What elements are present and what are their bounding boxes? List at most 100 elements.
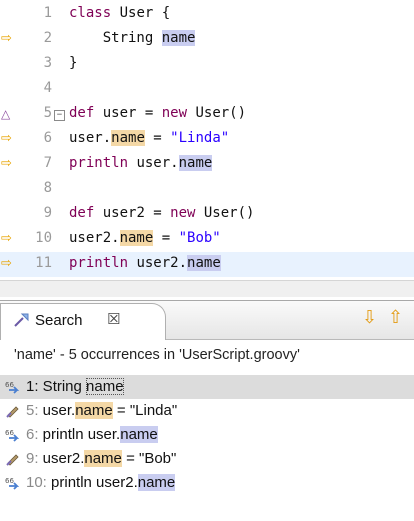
search-result-text: 1: String name [26, 378, 124, 395]
code-text[interactable]: user2.name = "Bob" [69, 230, 221, 246]
search-result-item[interactable]: 66 10: println user2.name [0, 471, 414, 495]
search-results-list: 66 1: String name 5: user.name = "Linda" 66… [0, 375, 414, 495]
code-token: user2. [128, 255, 188, 271]
code-line[interactable]: 3} [0, 52, 414, 77]
code-text[interactable]: } [69, 55, 77, 71]
svg-text:66: 66 [5, 381, 14, 389]
read-access-icon: 66 [5, 474, 23, 492]
result-code: println user. [38, 426, 121, 443]
code-line[interactable]: ⇨ 6 user.name = "Linda" [0, 127, 414, 152]
search-result-item[interactable]: 66 6: println user.name [0, 423, 414, 447]
code-token: println [69, 255, 129, 271]
code-line[interactable]: 1 class User { [0, 2, 414, 27]
code-token: } [69, 55, 78, 71]
occurrence-highlight: name [119, 230, 154, 246]
occurrence-highlight: name [178, 155, 213, 171]
line-number: 4 [43, 80, 52, 96]
arrow-marker-icon[interactable]: ⇨ [1, 231, 15, 247]
search-icon [13, 311, 31, 331]
code-text[interactable]: println user.name [69, 155, 213, 171]
search-view: Search ☒ ⇩ ⇧ 'name' - 5 occurrences in '… [0, 300, 414, 521]
write-access-icon [5, 450, 23, 468]
code-text[interactable]: def user = new User() [69, 105, 246, 121]
read-access-icon: 66 [5, 426, 23, 444]
line-number: 3 [43, 55, 52, 71]
code-text[interactable]: class User { [69, 5, 170, 21]
result-code: println user2. [46, 474, 138, 491]
match-highlight: name [86, 378, 124, 395]
line-number: 9 [43, 205, 52, 221]
match-highlight: name [75, 402, 113, 419]
code-token: "Bob" [178, 230, 221, 246]
warning-marker-icon[interactable]: △ [1, 106, 15, 122]
search-result-text: 9: user2.name = "Bob" [26, 450, 176, 467]
line-number: 10 [35, 230, 52, 246]
svg-text:66: 66 [5, 429, 14, 437]
arrow-marker-icon[interactable]: ⇨ [1, 31, 15, 47]
code-token: User() [187, 105, 247, 121]
arrow-marker-icon[interactable]: ⇨ [1, 131, 15, 147]
code-text[interactable]: println user2.name [69, 255, 221, 271]
search-result-item[interactable]: 5: user.name = "Linda" [0, 399, 414, 423]
write-access-icon [5, 402, 23, 420]
code-token: class [69, 5, 112, 21]
code-text[interactable]: user.name = "Linda" [69, 130, 229, 146]
close-icon[interactable]: ☒ [107, 310, 120, 328]
code-line[interactable]: ⇨ 10 user2.name = "Bob" [0, 227, 414, 252]
match-highlight: name [137, 474, 176, 491]
match-highlight: name [120, 426, 158, 443]
result-line-number: 9: [26, 450, 39, 467]
occurrence-highlight: name [187, 255, 221, 271]
result-line-number: 1: [26, 378, 39, 395]
code-text[interactable]: def user2 = new User() [69, 205, 254, 221]
result-code: = "Linda" [112, 402, 178, 419]
code-token: "Linda" [170, 130, 230, 146]
code-token: = [153, 230, 179, 246]
horizontal-scrollbar[interactable] [0, 280, 414, 297]
code-token: String [69, 30, 162, 46]
view-tab-strip: Search ☒ ⇩ ⇧ [0, 301, 414, 340]
result-line-number: 6: [26, 426, 39, 443]
search-result-item[interactable]: 66 1: String name [0, 375, 414, 399]
result-code: user. [38, 402, 76, 419]
code-token: User() [195, 205, 255, 221]
read-access-icon: 66 [5, 378, 23, 396]
code-token: user2 = [94, 205, 171, 221]
search-result-text: 10: println user2.name [26, 474, 176, 491]
search-result-item[interactable]: 9: user2.name = "Bob" [0, 447, 414, 471]
code-token: User { [111, 5, 171, 21]
result-code: user2. [38, 450, 85, 467]
line-number: 7 [43, 155, 52, 171]
occurrence-highlight: name [161, 30, 196, 46]
result-line-number: 10: [26, 474, 47, 491]
arrow-marker-icon[interactable]: ⇨ [1, 256, 15, 272]
code-line[interactable]: ⇨ 2 String name [0, 27, 414, 52]
code-text[interactable]: String name [69, 30, 196, 46]
code-token: new [170, 205, 196, 221]
code-token: user. [128, 155, 179, 171]
tab-label: Search [35, 312, 83, 329]
code-token: new [161, 105, 188, 121]
search-result-text: 6: println user.name [26, 426, 158, 443]
code-line[interactable]: △ 5− def user = new User() [0, 102, 414, 127]
arrow-marker-icon[interactable]: ⇨ [1, 156, 15, 172]
result-code: String [38, 378, 87, 395]
code-token: = [144, 130, 171, 146]
next-match-icon[interactable]: ⇩ [362, 307, 377, 328]
line-number: 6 [43, 130, 52, 146]
code-line[interactable]: 9 def user2 = new User() [0, 202, 414, 227]
code-line[interactable]: ⇨ 7 println user.name [0, 152, 414, 177]
fold-toggle-icon[interactable]: − [54, 110, 65, 121]
code-line[interactable]: 8 [0, 177, 414, 202]
previous-match-icon[interactable]: ⇧ [388, 307, 403, 328]
code-line[interactable]: 4 [0, 77, 414, 102]
code-token: user2. [69, 230, 120, 246]
tab-search[interactable]: Search ☒ [0, 303, 166, 340]
result-code: = "Bob" [121, 450, 177, 467]
code-token: user. [69, 130, 112, 146]
line-number: 2 [43, 30, 52, 46]
code-editor[interactable]: 1 class User { ⇨ 2 String name 3} 4 △ 5− def use… [0, 0, 414, 297]
code-line[interactable]: ⇨ 11 println user2.name [0, 252, 414, 277]
code-token: user = [94, 105, 162, 121]
line-number: 8 [43, 180, 52, 196]
